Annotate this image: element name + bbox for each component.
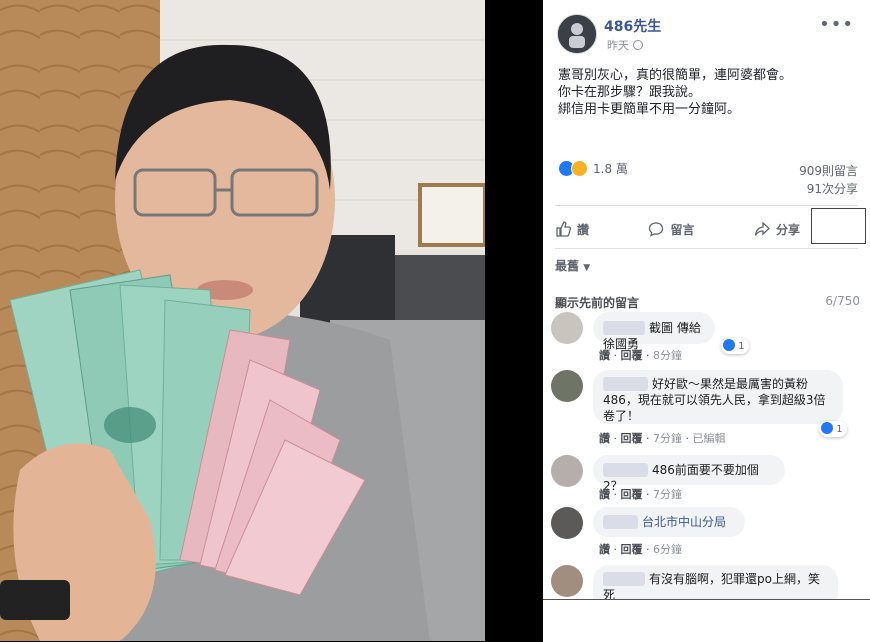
comment-compose-area[interactable]	[543, 599, 870, 642]
like-reaction-icon	[821, 422, 833, 434]
comment-time[interactable]: 6分鐘	[653, 543, 682, 556]
comment-page-count: 6/750	[825, 294, 860, 308]
post-photo[interactable]	[0, 0, 485, 641]
comment-edited-label[interactable]: 已編輯	[693, 432, 726, 445]
comment-count[interactable]: 909則留言	[799, 162, 858, 180]
comment-reply-link[interactable]: 回覆	[621, 543, 643, 556]
share-icon	[754, 221, 770, 236]
comment-like-count: 1	[836, 424, 843, 435]
post-actions: 讚 留言 分享	[555, 215, 800, 243]
comment-item: 486前面要不要加個2？ 讚 · 回覆 · 7分鐘	[551, 455, 861, 505]
comment-time[interactable]: 8分鐘	[653, 349, 682, 362]
post-line: 憲哥別灰心，真的很簡單，連阿婆都會。	[558, 68, 793, 83]
redaction-box	[811, 208, 866, 244]
comment-sort-select[interactable]: 最舊 ▼	[555, 257, 590, 274]
comment-label: 留言	[670, 222, 695, 237]
comment-actions: 讚 · 回覆 · 7分鐘	[599, 488, 682, 501]
author-name[interactable]: 486先生	[604, 16, 661, 36]
like-button[interactable]: 讚	[555, 215, 589, 243]
comment-icon	[649, 222, 664, 237]
post-meta: 昨天	[607, 37, 643, 53]
like-reaction-icon	[723, 339, 735, 351]
comment-bubble: 截圖 傳給徐國勇	[593, 312, 715, 351]
chevron-down-icon: ▼	[583, 263, 591, 273]
more-options-icon[interactable]: •••	[819, 14, 854, 35]
commenter-avatar[interactable]	[551, 370, 583, 402]
author-avatar[interactable]	[557, 14, 597, 54]
comment-actions: 讚 · 回覆 · 8分鐘	[599, 349, 682, 362]
comment-actions: 讚 · 回覆 · 6分鐘	[599, 543, 682, 556]
reaction-count: 1.8 萬	[593, 162, 628, 176]
comment-actions: 讚 · 回覆 · 7分鐘 · 已編輯	[599, 432, 726, 445]
share-button[interactable]: 分享	[754, 215, 800, 243]
comment-reply-link[interactable]: 回覆	[621, 488, 643, 501]
commenter-name[interactable]	[603, 377, 648, 391]
comment-like-link[interactable]: 讚	[599, 432, 610, 445]
comment-like-link[interactable]: 讚	[599, 349, 610, 362]
divider	[555, 248, 858, 249]
post-time[interactable]: 昨天	[607, 39, 629, 52]
view-previous-comments-link[interactable]: 顯示先前的留言	[555, 294, 639, 311]
post-text: 憲哥別灰心，真的很簡單，連阿婆都會。 你卡在那步驟？跟我說。 綁信用卡更簡單不用…	[558, 67, 858, 118]
like-label: 讚	[577, 222, 590, 237]
commenter-name[interactable]	[603, 463, 648, 477]
comment-bubble: 台北市中山分局	[593, 507, 745, 537]
divider	[555, 205, 858, 206]
comment-like-badge[interactable]: 1	[721, 338, 749, 354]
comment-like-count: 1	[738, 341, 745, 352]
haha-reaction-icon	[571, 160, 588, 177]
comment-reply-link[interactable]: 回覆	[621, 432, 643, 445]
avatar-figure-icon	[558, 15, 596, 53]
comment-time[interactable]: 7分鐘	[653, 432, 682, 445]
comment-reply-link[interactable]: 回覆	[621, 349, 643, 362]
comment-button[interactable]: 留言	[648, 215, 695, 243]
commenter-avatar[interactable]	[551, 507, 583, 539]
comment-like-link[interactable]: 讚	[599, 543, 610, 556]
post-sidebar: 486先生 昨天 ••• 憲哥別灰心，真的很簡單，連阿婆都會。 你卡在那步驟？跟…	[543, 0, 870, 641]
comment-like-badge[interactable]: 1	[819, 421, 847, 437]
commenter-avatar[interactable]	[551, 455, 583, 487]
comment-item: 有沒有腦啊，犯罪還po上網，笑死	[551, 565, 861, 611]
photo-illustration	[0, 0, 485, 641]
commenter-name[interactable]	[603, 321, 645, 335]
comment-item: 截圖 傳給徐國勇 1 讚 · 回覆 · 8分鐘	[551, 312, 861, 362]
comment-like-link[interactable]: 讚	[599, 488, 610, 501]
globe-icon	[633, 40, 643, 50]
commenter-avatar[interactable]	[551, 565, 583, 597]
comment-bubble: 好好歐～果然是最厲害的黃粉 486，現在就可以領先人民，拿到超級3倍卷了！	[593, 370, 843, 424]
share-label: 分享	[775, 222, 800, 237]
comment-item: 台北市中山分局 讚 · 回覆 · 6分鐘	[551, 507, 861, 557]
post-header: 486先生 昨天	[557, 12, 857, 56]
commenter-avatar[interactable]	[551, 312, 583, 344]
engagement-counts: 909則留言 91次分享	[799, 162, 858, 198]
share-count[interactable]: 91次分享	[799, 180, 858, 198]
sort-label: 最舊	[555, 259, 580, 273]
comment-item: 好好歐～果然是最厲害的黃粉 486，現在就可以領先人民，拿到超級3倍卷了！ 1 …	[551, 370, 861, 445]
comment-bubble: 486前面要不要加個2？	[593, 455, 785, 493]
post-line: 你卡在那步驟？跟我說。	[558, 85, 702, 100]
commenter-name[interactable]	[603, 572, 645, 586]
thumbs-up-icon	[556, 221, 571, 237]
comment-time[interactable]: 7分鐘	[653, 488, 682, 501]
reaction-summary[interactable]: 1.8 萬	[558, 160, 628, 177]
post-line: 綁信用卡更簡單不用一分鐘阿。	[558, 102, 741, 117]
commenter-name[interactable]	[603, 515, 638, 529]
comment-text[interactable]: 台北市中山分局	[642, 515, 726, 529]
